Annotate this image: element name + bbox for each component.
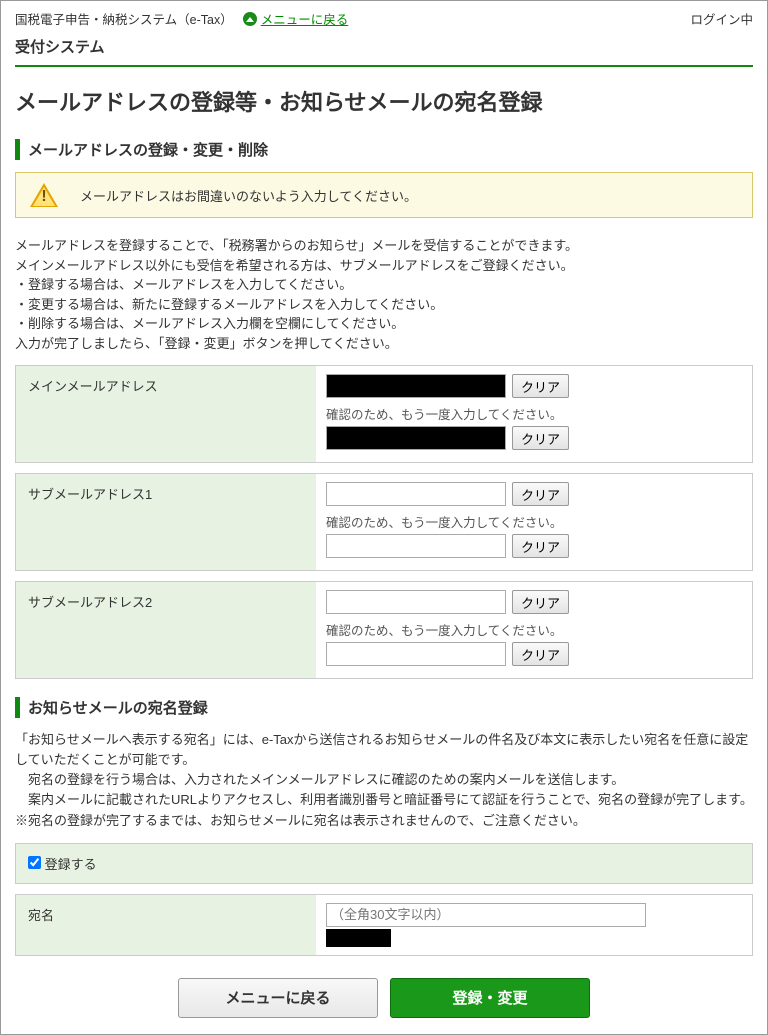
sub1-mail-block: サブメールアドレス1 クリア 確認のため、もう一度入力してください。 クリア	[15, 473, 753, 571]
main-mail-label: メインメールアドレス	[16, 366, 316, 462]
clear-button[interactable]: クリア	[512, 534, 569, 558]
info-paragraph: 「お知らせメールへ表示する宛名」には、e-Taxから送信されるお知らせメールの件…	[15, 730, 753, 831]
register-checkbox-box: 登録する	[15, 843, 753, 884]
desc-line: ・削除する場合は、メールアドレス入力欄を空欄にしてください。	[15, 316, 404, 331]
desc-line: 入力が完了しましたら、「登録・変更」ボタンを押してください。	[15, 336, 398, 351]
sub1-mail-label: サブメールアドレス1	[16, 474, 316, 570]
up-arrow-icon	[243, 12, 257, 26]
register-text: 登録する	[45, 857, 97, 872]
register-checkbox-label[interactable]: 登録する	[28, 857, 97, 872]
divider	[15, 65, 753, 67]
clear-button[interactable]: クリア	[512, 374, 569, 398]
name-label: 宛名	[16, 895, 316, 955]
sub1-mail-confirm-input[interactable]	[326, 534, 506, 558]
confirm-hint: 確認のため、もう一度入力してください。	[326, 620, 742, 639]
info-line: 宛名の登録を行う場合は、入力されたメインメールアドレスに確認のための案内メールを…	[15, 770, 753, 790]
subsystem-title: 受付システム	[15, 34, 753, 63]
sub1-mail-input[interactable]	[326, 482, 506, 506]
register-checkbox[interactable]	[28, 856, 41, 869]
clear-button[interactable]: クリア	[512, 482, 569, 506]
warning-box: ! メールアドレスはお間違いのないよう入力してください。	[15, 172, 753, 218]
system-name: 国税電子申告・納税システム（e-Tax）	[15, 9, 233, 28]
sub2-mail-input[interactable]	[326, 590, 506, 614]
desc-line: メールアドレスを登録することで、「税務署からのお知らせ」メールを受信することがで…	[15, 238, 578, 253]
clear-button[interactable]: クリア	[512, 642, 569, 666]
sub2-mail-block: サブメールアドレス2 クリア 確認のため、もう一度入力してください。 クリア	[15, 581, 753, 679]
desc-line: メインメールアドレス以外にも受信を希望される方は、サブメールアドレスをご登録くだ…	[15, 258, 574, 273]
sub2-mail-label: サブメールアドレス2	[16, 582, 316, 678]
info-line: 案内メールに記載されたURLよりアクセスし、利用者識別番号と暗証番号にて認証を行…	[15, 790, 753, 810]
name-input[interactable]	[326, 903, 646, 927]
name-current-value-redacted	[326, 929, 391, 947]
section-heading-mail: メールアドレスの登録・変更・削除	[15, 139, 753, 160]
main-mail-confirm-input[interactable]	[326, 426, 506, 450]
description-text: メールアドレスを登録することで、「税務署からのお知らせ」メールを受信することがで…	[15, 236, 753, 353]
clear-button[interactable]: クリア	[512, 590, 569, 614]
desc-line: ・登録する場合は、メールアドレスを入力してください。	[15, 277, 352, 292]
warning-icon: !	[30, 183, 58, 207]
confirm-hint: 確認のため、もう一度入力してください。	[326, 512, 742, 531]
confirm-hint: 確認のため、もう一度入力してください。	[326, 404, 742, 423]
main-mail-block: メインメールアドレス クリア 確認のため、もう一度入力してください。 クリア	[15, 365, 753, 463]
section-heading-name: お知らせメールの宛名登録	[15, 697, 753, 718]
warning-text: メールアドレスはお間違いのないよう入力してください。	[80, 186, 417, 205]
info-line: ※宛名の登録が完了するまでは、お知らせメールに宛名は表示されませんので、ご注意く…	[15, 813, 586, 828]
info-line: 「お知らせメールへ表示する宛名」には、e-Taxから送信されるお知らせメールの件…	[15, 732, 748, 767]
desc-line: ・変更する場合は、新たに登録するメールアドレスを入力してください。	[15, 297, 443, 312]
login-status: ログイン中	[690, 9, 753, 28]
name-block: 宛名	[15, 894, 753, 956]
submit-button[interactable]: 登録・変更	[390, 978, 590, 1018]
back-to-menu-link[interactable]: メニューに戻る	[243, 9, 349, 28]
sub2-mail-confirm-input[interactable]	[326, 642, 506, 666]
clear-button[interactable]: クリア	[512, 426, 569, 450]
back-link-label: メニューに戻る	[261, 9, 349, 28]
page-title: メールアドレスの登録等・お知らせメールの宛名登録	[15, 85, 753, 117]
back-button[interactable]: メニューに戻る	[178, 978, 378, 1018]
main-mail-input[interactable]	[326, 374, 506, 398]
